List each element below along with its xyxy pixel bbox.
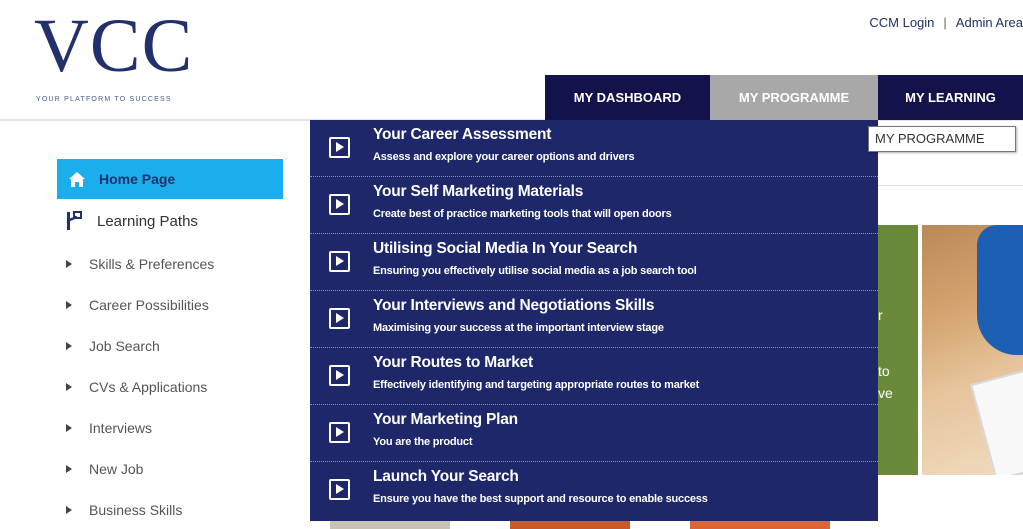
menu-item-interviews[interactable]: Your Interviews and Negotiations Skills …: [310, 291, 878, 348]
menu-item-title: Your Marketing Plan: [373, 411, 518, 428]
sidebar-link[interactable]: New Job: [57, 448, 283, 489]
play-icon: [329, 308, 350, 329]
sidebar-link[interactable]: CVs & Applications: [57, 366, 283, 407]
play-icon: [329, 194, 350, 215]
sidebar-item-home[interactable]: Home Page: [57, 159, 283, 199]
content-divider: [870, 185, 1023, 186]
sidebar-link-label: CVs & Applications: [89, 378, 208, 395]
caret-right-icon: [66, 259, 72, 268]
menu-item-career-assessment[interactable]: Your Career Assessment Assess and explor…: [310, 120, 878, 177]
play-icon: [329, 479, 350, 500]
sidebar-links: Skills & Preferences Career Possibilitie…: [57, 243, 283, 529]
play-icon: [329, 251, 350, 272]
hero-image-tablet: [970, 368, 1023, 475]
home-icon: [69, 171, 85, 187]
menu-item-description: Ensuring you effectively utilise social …: [373, 265, 697, 277]
sidebar-link[interactable]: Job Search: [57, 325, 283, 366]
nav-my-learning[interactable]: MY LEARNING: [878, 75, 1023, 120]
sidebar-item-home-label: Home Page: [99, 171, 176, 187]
menu-item-launch-search[interactable]: Launch Your Search Ensure you have the b…: [310, 462, 878, 519]
sidebar-link-label: Skills & Preferences: [89, 255, 215, 272]
admin-area-link[interactable]: Admin Area: [956, 15, 1023, 30]
menu-item-title: Your Self Marketing Materials: [373, 183, 584, 200]
menu-item-title: Your Interviews and Negotiations Skills: [373, 297, 655, 314]
sidebar-link-label: Interviews: [89, 419, 153, 436]
hero-text-fragment: r: [878, 307, 883, 323]
sidebar-link[interactable]: Business Skills: [57, 489, 283, 529]
menu-item-marketing-plan[interactable]: Your Marketing Plan You are the product: [310, 405, 878, 462]
menu-item-title: Utilising Social Media In Your Search: [373, 240, 638, 257]
sidebar-link[interactable]: Career Possibilities: [57, 284, 283, 325]
menu-item-description: Assess and explore your career options a…: [373, 151, 635, 163]
top-links-separator: |: [943, 15, 947, 30]
sidebar-link[interactable]: Interviews: [57, 407, 283, 448]
top-links: CCM Login | Admin Area: [869, 15, 1023, 30]
sidebar-link-label: Business Skills: [89, 501, 183, 518]
sidebar-item-learning-paths-label: Learning Paths: [97, 212, 198, 230]
hero-banner-image: [922, 225, 1023, 475]
play-icon: [329, 365, 350, 386]
sidebar-item-learning-paths[interactable]: Learning Paths: [57, 199, 283, 243]
menu-item-self-marketing[interactable]: Your Self Marketing Materials Create bes…: [310, 177, 878, 234]
caret-right-icon: [66, 505, 72, 514]
nav-my-programme[interactable]: MY PROGRAMME: [710, 75, 878, 120]
hero-text-fragment: ve: [878, 385, 893, 401]
menu-item-description: Maximising your success at the important…: [373, 322, 664, 334]
menu-item-title: Your Career Assessment: [373, 126, 552, 143]
branch-icon: [65, 211, 83, 231]
hero-image-sleeve: [977, 225, 1023, 355]
sidebar-link-label: Career Possibilities: [89, 296, 209, 313]
ccm-login-link[interactable]: CCM Login: [869, 15, 934, 30]
content-tiles-strip: [310, 520, 1023, 529]
sidebar: Home Page Learning Paths Skills & Prefer…: [57, 159, 283, 529]
menu-item-title: Launch Your Search: [373, 468, 519, 485]
menu-item-social-media[interactable]: Utilising Social Media In Your Search En…: [310, 234, 878, 291]
logo-text: VCC: [34, 4, 194, 88]
play-icon: [329, 137, 350, 158]
page: VCC YOUR PLATFORM TO SUCCESS CCM Login | A…: [0, 0, 1023, 529]
menu-item-description: Create best of practice marketing tools …: [373, 208, 672, 220]
menu-item-description: You are the product: [373, 436, 473, 448]
menu-item-description: Ensure you have the best support and res…: [373, 493, 708, 505]
nav-tooltip: MY PROGRAMME: [868, 126, 1016, 152]
caret-right-icon: [66, 464, 72, 473]
sidebar-link[interactable]: Skills & Preferences: [57, 243, 283, 284]
caret-right-icon: [66, 300, 72, 309]
menu-item-routes-to-market[interactable]: Your Routes to Market Effectively identi…: [310, 348, 878, 405]
menu-item-description: Effectively identifying and targeting ap…: [373, 379, 700, 391]
caret-right-icon: [66, 423, 72, 432]
caret-right-icon: [66, 382, 72, 391]
brand-logo[interactable]: VCC: [34, 6, 193, 86]
logo-tagline: YOUR PLATFORM TO SUCCESS: [36, 96, 172, 103]
sidebar-link-label: New Job: [89, 460, 144, 477]
caret-right-icon: [66, 341, 72, 350]
nav-my-dashboard[interactable]: MY DASHBOARD: [545, 75, 710, 120]
main-nav: MY DASHBOARD MY PROGRAMME MY LEARNING: [545, 75, 1023, 120]
programme-dropdown-menu: Your Career Assessment Assess and explor…: [310, 120, 878, 521]
play-icon: [329, 422, 350, 443]
menu-item-title: Your Routes to Market: [373, 354, 534, 371]
hero-text-fragment: to: [878, 363, 890, 379]
sidebar-link-label: Job Search: [89, 337, 160, 354]
